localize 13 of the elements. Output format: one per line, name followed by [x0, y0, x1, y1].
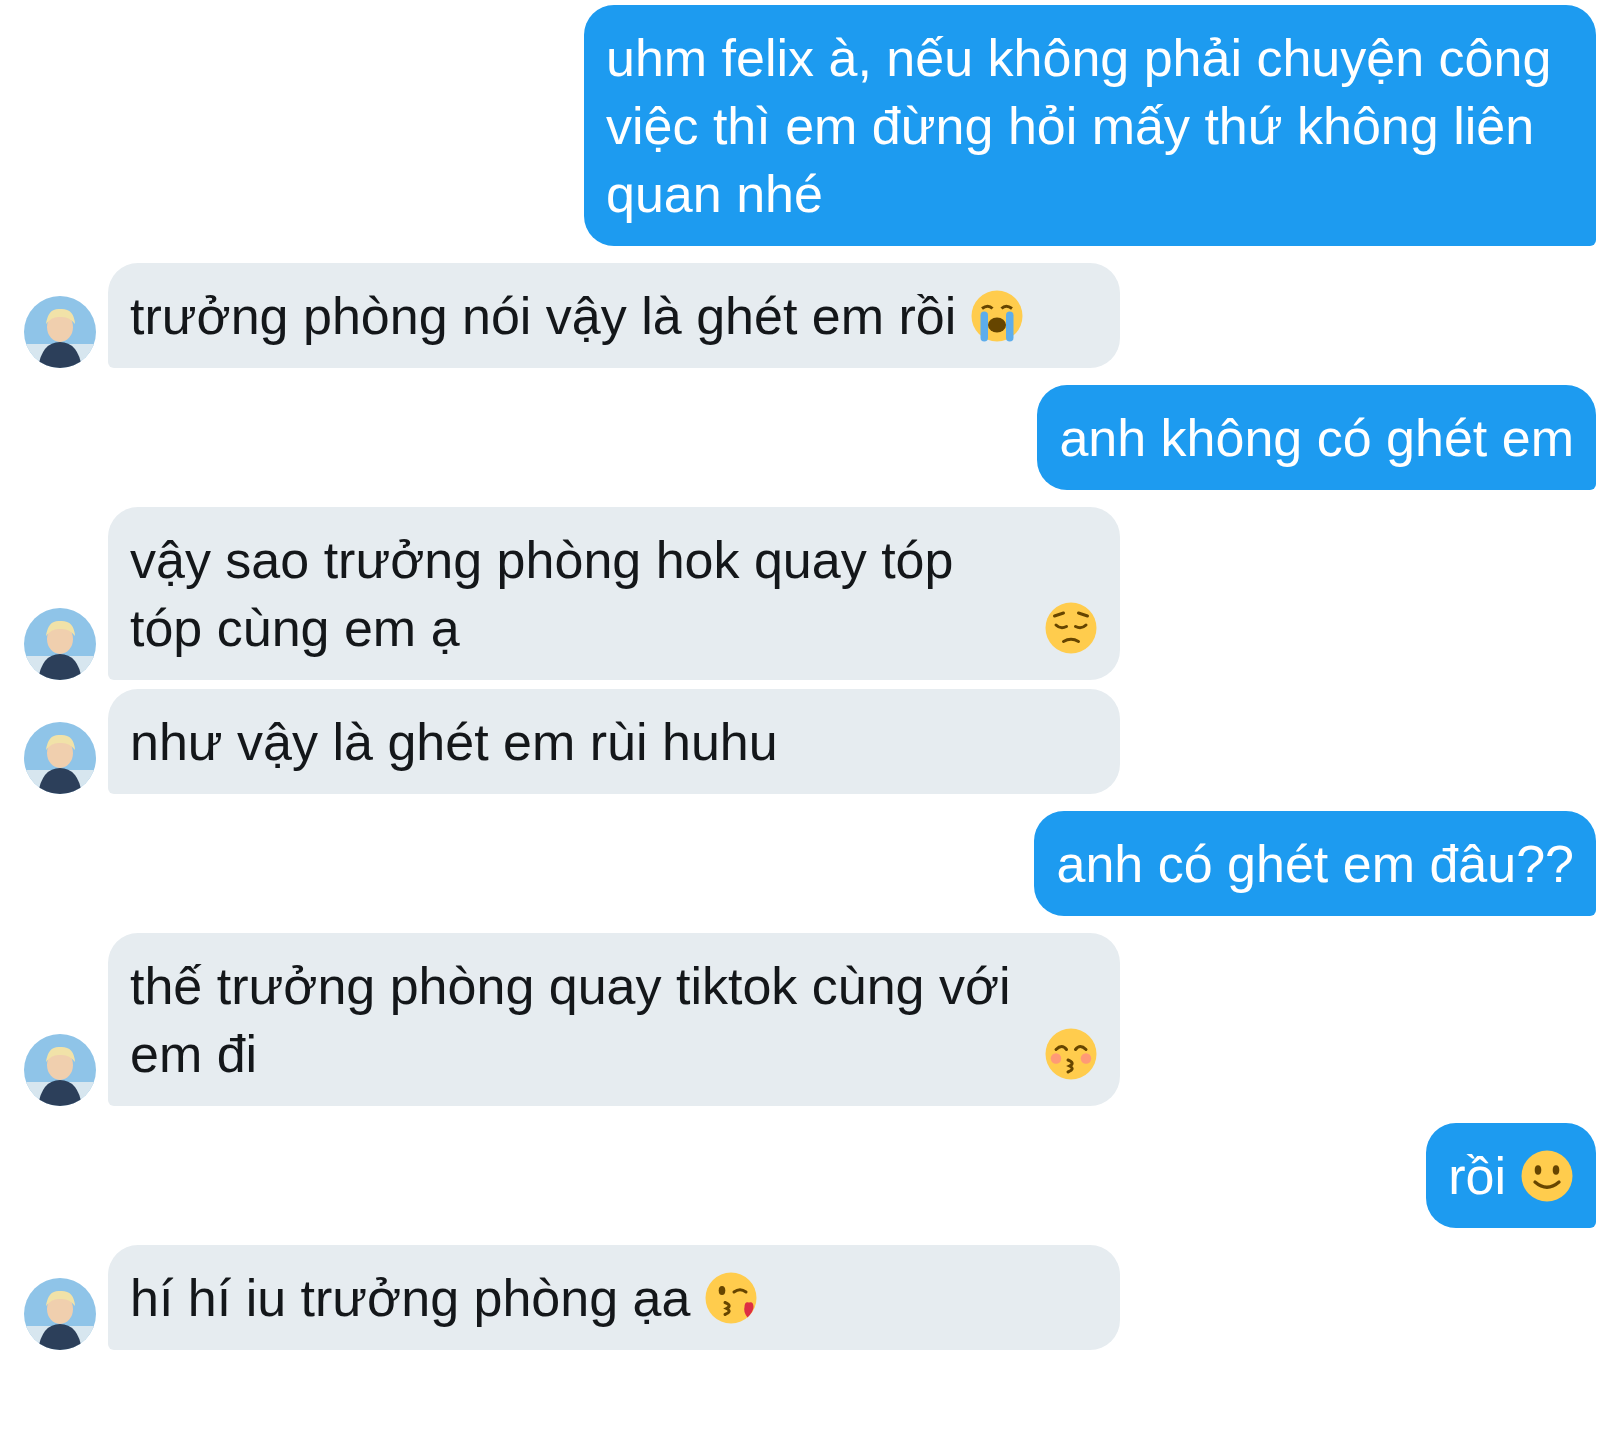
smiling-face-icon — [1520, 1149, 1574, 1203]
message-text: trưởng phòng nói vậy là ghét em rồi — [130, 286, 957, 347]
message-text: hí hí iu trưởng phòng ạa — [130, 1268, 691, 1329]
crying-face-icon — [970, 289, 1025, 343]
message-text: uhm felix à, nếu không phải chuyện công việc thì em đừng hỏi mấy thứ không liên quan nhé — [606, 28, 1553, 225]
kissing-face-icon — [1044, 1027, 1098, 1081]
message-text: vậy sao trưởng phòng hok quay tóp tóp cùng em ạ — [130, 530, 955, 659]
message-text: anh có ghét em đâu?? — [1056, 834, 1574, 895]
sad-face-icon — [1044, 601, 1098, 655]
message-text: anh không có ghét em — [1059, 408, 1574, 469]
message-text: thế trưởng phòng quay tiktok cùng với em đi — [130, 956, 1012, 1085]
message-text: như vậy là ghét em rùi huhu — [130, 712, 778, 773]
message-text: rồi — [1448, 1146, 1506, 1207]
